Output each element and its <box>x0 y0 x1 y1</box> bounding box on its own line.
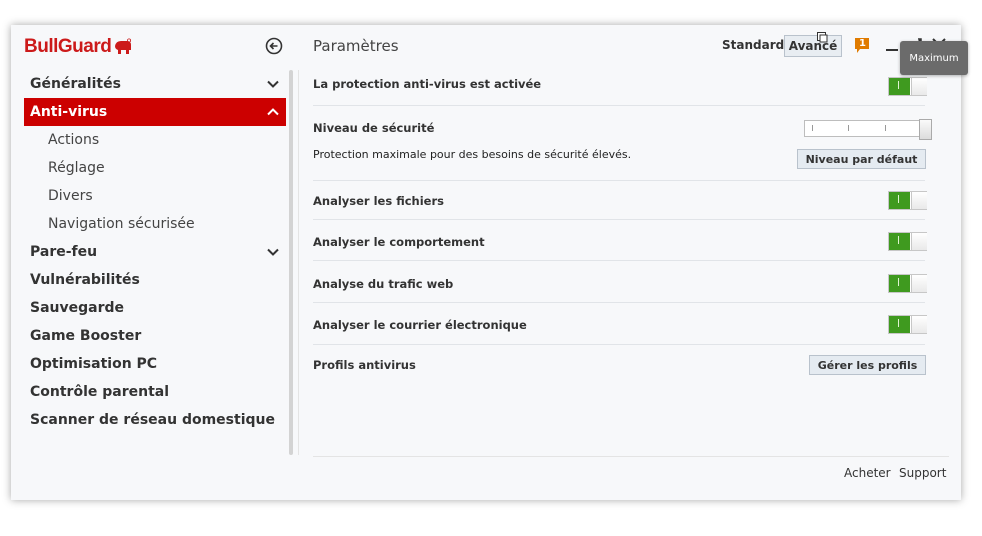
bullguard-window: BullGuard Généralités Anti-virus Actions… <box>11 25 961 500</box>
scan-email-label: Analyser le courrier électronique <box>313 318 527 332</box>
scan-behavior-label: Analyser le comportement <box>313 235 485 249</box>
sidebar-item-label: Scanner de réseau domestique <box>30 412 275 428</box>
divider <box>313 219 925 220</box>
sidebar-item-label: Vulnérabilités <box>30 272 140 288</box>
maximize-tooltip: Maximum <box>900 41 968 75</box>
sidebar-subitem-navigation-securisee[interactable]: Navigation sécurisée <box>24 210 286 238</box>
sidebar-item-optimisation-pc[interactable]: Optimisation PC <box>24 350 286 378</box>
support-link[interactable]: Support <box>899 466 946 480</box>
sidebar-item-generalites[interactable]: Généralités <box>24 70 286 98</box>
sidebar-divider <box>298 70 299 455</box>
page-title: Paramètres <box>313 37 399 55</box>
security-level-label: Niveau de sécurité <box>313 121 435 135</box>
security-level-description: Protection maximale pour des besoins de … <box>313 148 632 161</box>
scan-email-toggle[interactable] <box>888 315 927 334</box>
scan-behavior-toggle[interactable] <box>888 232 927 251</box>
sidebar-item-controle-parental[interactable]: Contrôle parental <box>24 378 286 406</box>
scan-files-label: Analyser les fichiers <box>313 194 444 208</box>
chevron-down-icon <box>267 80 279 88</box>
scan-web-label: Analyse du trafic web <box>313 277 454 291</box>
sidebar-subitem-reglage[interactable]: Réglage <box>24 154 286 182</box>
manage-profiles-button[interactable]: Gérer les profils <box>809 355 926 375</box>
profiles-label: Profils antivirus <box>313 358 416 372</box>
sidebar-nav: Généralités Anti-virus Actions Réglage D… <box>24 70 286 434</box>
sidebar-scrollbar[interactable] <box>289 70 293 455</box>
cursor-icon <box>817 32 828 43</box>
divider <box>313 344 925 345</box>
sidebar-subitem-divers[interactable]: Divers <box>24 182 286 210</box>
slider-thumb[interactable] <box>919 119 932 140</box>
divider <box>313 260 925 261</box>
notification-count: 1 <box>859 38 866 49</box>
default-level-button[interactable]: Niveau par défaut <box>797 149 926 169</box>
logo-text: BullGuard <box>24 36 112 57</box>
protection-toggle[interactable] <box>888 77 927 96</box>
chevron-down-icon <box>267 248 279 256</box>
sidebar-item-pare-feu[interactable]: Pare-feu <box>24 238 286 266</box>
sidebar-subitem-actions[interactable]: Actions <box>24 126 286 154</box>
notification-badge[interactable]: 1 <box>854 37 870 54</box>
protection-label: La protection anti-virus est activée <box>313 77 542 91</box>
sidebar-item-label: Game Booster <box>30 328 142 344</box>
chevron-up-icon <box>267 108 279 116</box>
bullguard-logo: BullGuard <box>24 35 133 59</box>
security-level-slider[interactable] <box>804 119 932 140</box>
mode-standard-button[interactable]: Standard <box>722 38 784 52</box>
divider <box>313 180 925 181</box>
sidebar-item-sauvegarde[interactable]: Sauvegarde <box>24 294 286 322</box>
sidebar-item-label: Optimisation PC <box>30 356 158 372</box>
scan-web-toggle[interactable] <box>888 274 927 293</box>
divider <box>313 105 925 106</box>
sidebar-item-vulnerabilites[interactable]: Vulnérabilités <box>24 266 286 294</box>
minimize-icon[interactable] <box>884 37 900 53</box>
sidebar-item-antivirus[interactable]: Anti-virus <box>24 98 286 126</box>
footer-divider <box>313 456 949 457</box>
scan-files-toggle[interactable] <box>888 191 927 210</box>
back-arrow-icon[interactable] <box>265 37 283 55</box>
sidebar-item-label: Généralités <box>30 76 121 92</box>
sidebar-item-game-booster[interactable]: Game Booster <box>24 322 286 350</box>
sidebar-item-scanner-reseau[interactable]: Scanner de réseau domestique <box>24 406 286 434</box>
sidebar-item-label: Pare-feu <box>30 244 98 260</box>
mode-advanced-button[interactable]: Avancé <box>784 35 842 57</box>
sidebar-item-label: Contrôle parental <box>30 384 170 400</box>
divider <box>313 302 925 303</box>
sidebar-item-label: Sauvegarde <box>30 300 125 316</box>
buy-link[interactable]: Acheter <box>844 466 891 480</box>
bulldog-icon <box>115 38 132 54</box>
sidebar-item-label: Anti-virus <box>30 104 108 120</box>
